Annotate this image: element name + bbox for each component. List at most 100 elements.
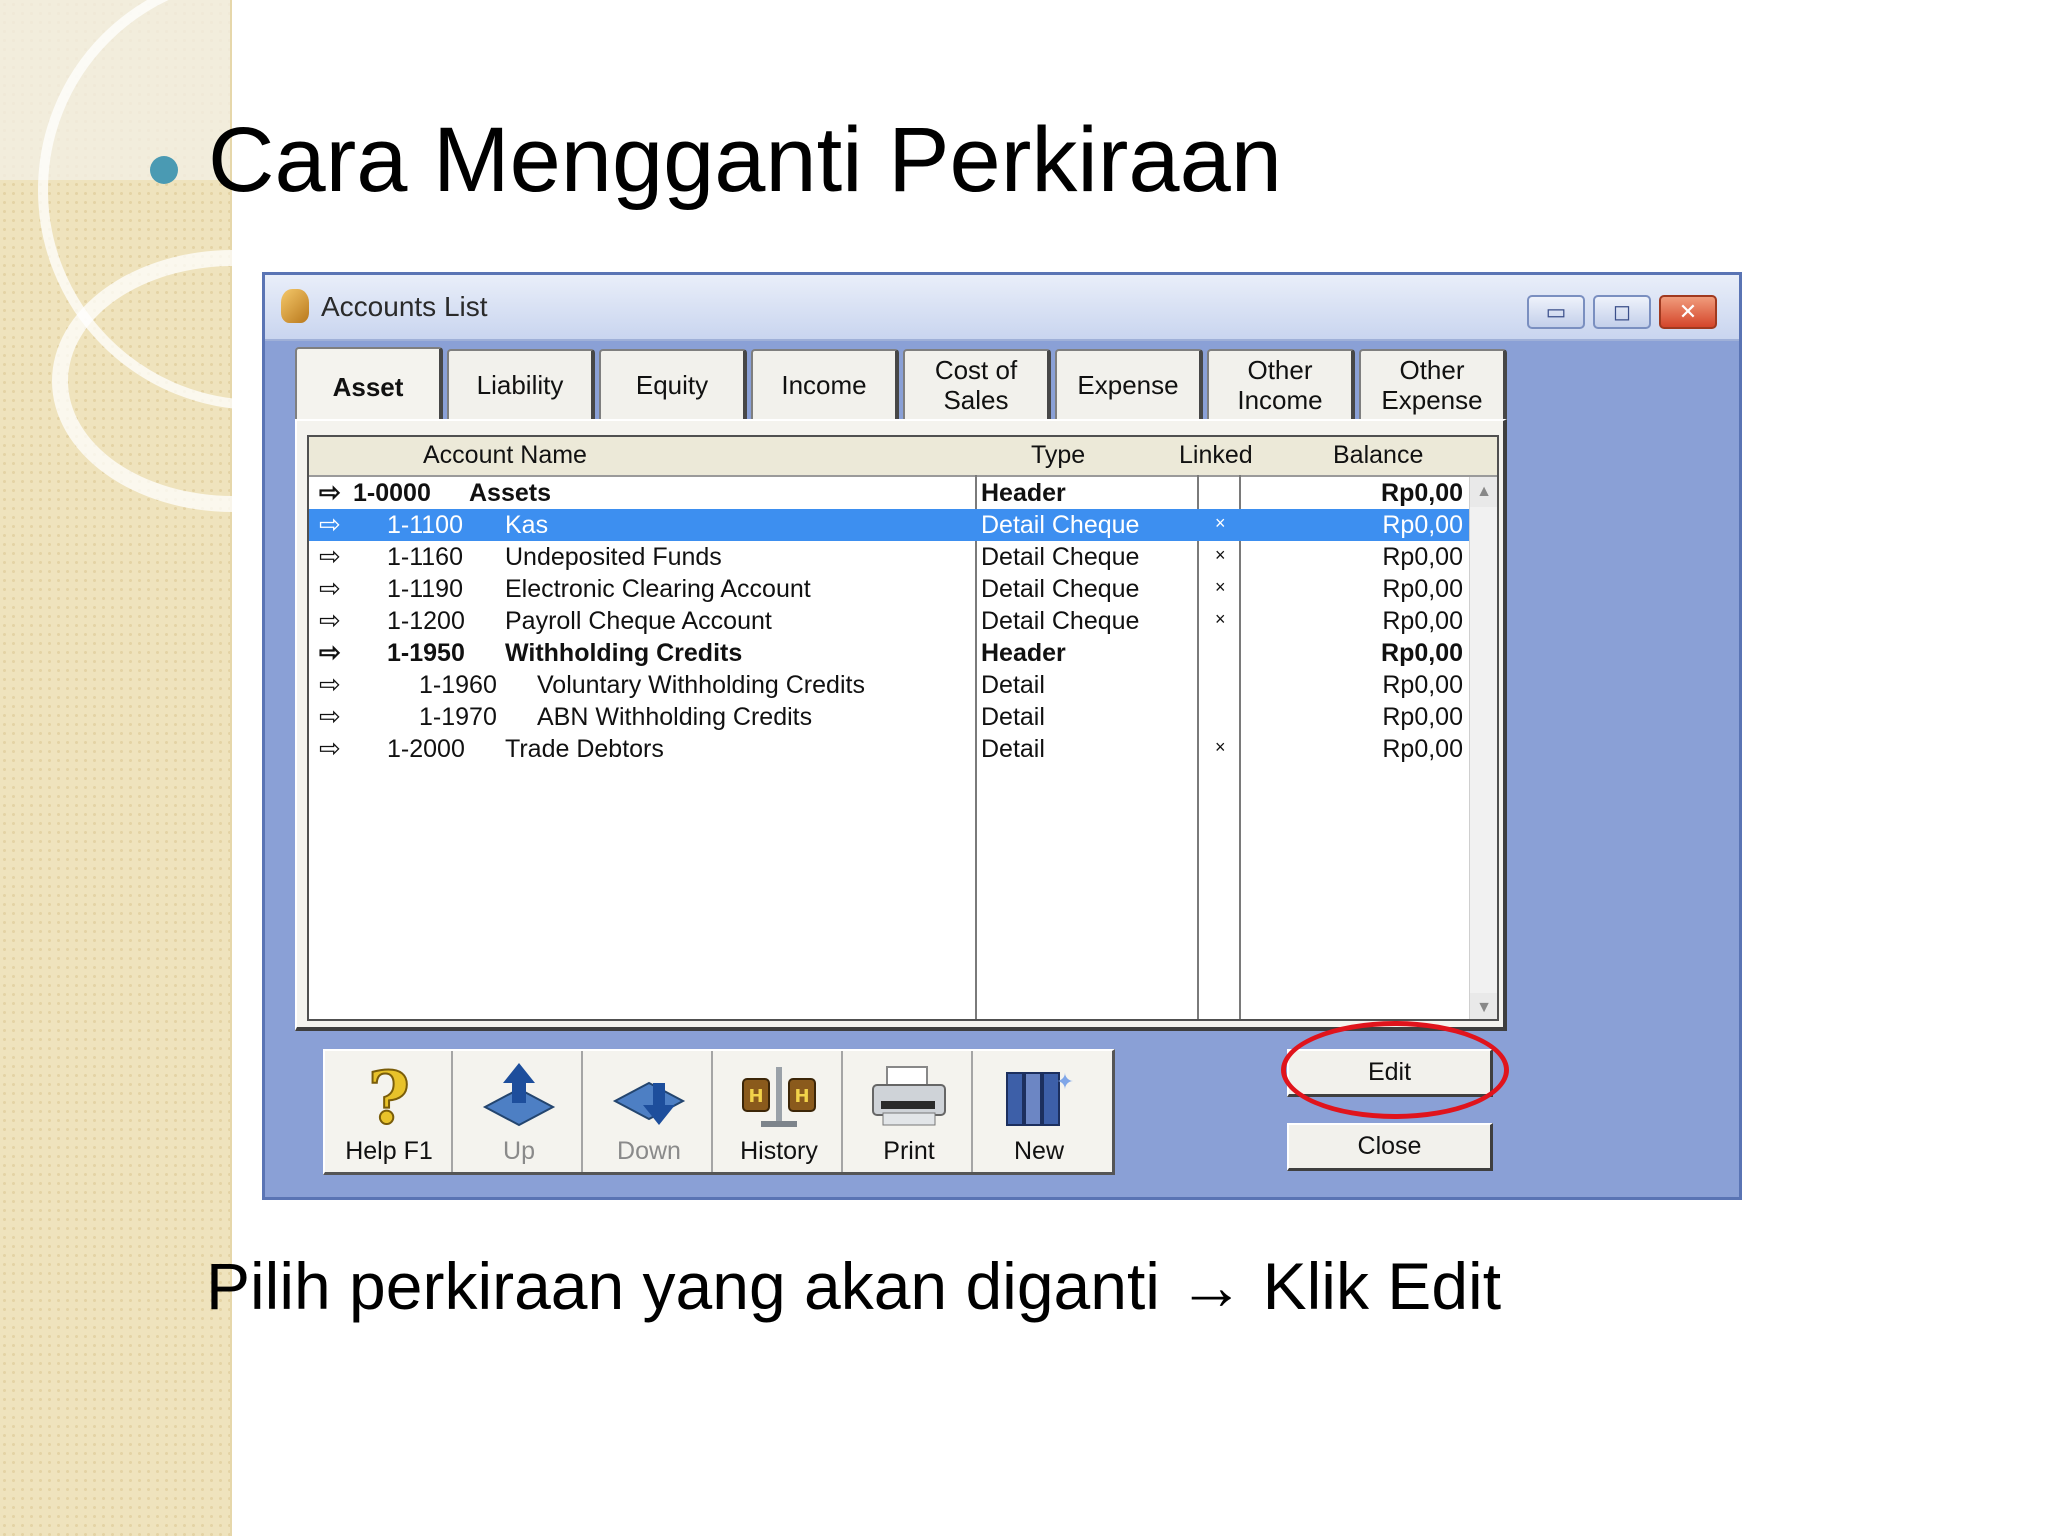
- scroll-up-arrow-icon[interactable]: ▲: [1470, 477, 1497, 507]
- row-arrow-icon: ⇨: [319, 477, 341, 507]
- up-arrow-icon: [482, 1063, 556, 1127]
- accounts-panel: Account Name Type Linked Balance ⇨ 1-0000…: [295, 419, 1507, 1031]
- account-type: Detail Cheque: [981, 575, 1140, 603]
- account-type: Detail Cheque: [981, 607, 1140, 635]
- vertical-scrollbar[interactable]: ▲ ▼: [1469, 477, 1497, 1019]
- account-name: Undeposited Funds: [505, 543, 722, 571]
- tab-asset[interactable]: Asset: [295, 347, 443, 425]
- print-button-label: Print: [883, 1137, 935, 1165]
- minimize-button[interactable]: ▭: [1527, 295, 1585, 329]
- column-header-linked[interactable]: Linked: [1179, 441, 1253, 470]
- account-balance: Rp0,00: [1382, 543, 1463, 571]
- history-scale-icon: H H: [742, 1067, 816, 1127]
- svg-text:?: ?: [368, 1061, 410, 1131]
- tab-equity[interactable]: Equity: [599, 349, 747, 419]
- up-button-label: Up: [503, 1137, 535, 1165]
- table-row[interactable]: ⇨ 1-1950 Withholding Credits Header Rp0,00: [309, 637, 1469, 669]
- account-code: 1-2000: [387, 735, 465, 763]
- account-name: Assets: [469, 479, 551, 507]
- close-button[interactable]: Close: [1287, 1123, 1493, 1171]
- close-window-button[interactable]: ✕: [1659, 295, 1717, 329]
- history-button[interactable]: H H History: [715, 1051, 843, 1172]
- account-name: Kas: [505, 511, 549, 539]
- tab-income[interactable]: Income: [751, 349, 899, 419]
- account-code: 1-1100: [387, 511, 463, 539]
- row-arrow-icon: ⇨: [319, 701, 341, 731]
- decorative-background-strip: [0, 0, 478, 1536]
- new-button[interactable]: ✦ New: [975, 1051, 1103, 1172]
- table-row[interactable]: ⇨ 1-1200 Payroll Cheque Account Detail Cheq…: [309, 605, 1469, 637]
- account-name: Withholding Credits: [505, 639, 743, 667]
- account-type: Header: [981, 479, 1066, 507]
- linked-marker: ×: [1215, 513, 1226, 533]
- row-arrow-icon: ⇨: [319, 509, 341, 539]
- window-title: Accounts List: [321, 291, 488, 322]
- up-button[interactable]: Up: [455, 1051, 583, 1172]
- title-bullet: [150, 156, 178, 184]
- account-type: Detail: [981, 735, 1045, 763]
- accounts-list-window: Accounts List ▭ ◻ ✕ Asset Liability Equi…: [262, 272, 1742, 1200]
- tab-expense[interactable]: Expense: [1055, 349, 1203, 419]
- tab-other-income[interactable]: Other Income: [1207, 349, 1355, 419]
- account-balance: Rp0,00: [1382, 735, 1463, 763]
- row-arrow-icon: ⇨: [319, 541, 341, 571]
- linked-marker: ×: [1215, 545, 1226, 565]
- row-arrow-icon: ⇨: [319, 573, 341, 603]
- svg-text:H: H: [748, 1086, 763, 1107]
- column-header-balance[interactable]: Balance: [1333, 441, 1423, 470]
- account-code: 1-1190: [387, 575, 463, 603]
- window-titlebar[interactable]: Accounts List ▭ ◻ ✕: [265, 275, 1739, 341]
- account-balance: Rp0,00: [1382, 575, 1463, 603]
- account-code: 1-1970: [419, 703, 497, 731]
- linked-marker: ×: [1215, 577, 1226, 597]
- account-code: 1-1950: [387, 639, 465, 667]
- account-code: 1-1160: [387, 543, 463, 571]
- linked-marker: ×: [1215, 737, 1226, 757]
- account-name: Voluntary Withholding Credits: [537, 671, 865, 699]
- new-button-label: New: [1013, 1137, 1064, 1165]
- account-type: Header: [981, 639, 1066, 667]
- table-row[interactable]: ⇨ 1-1100 Kas Detail Cheque × Rp0,00: [309, 509, 1469, 541]
- table-row[interactable]: ⇨ 1-1970 ABN Withholding Credits Detail Rp0,…: [309, 701, 1469, 733]
- svg-text:✦: ✦: [1056, 1070, 1074, 1095]
- tab-liability[interactable]: Liability: [447, 349, 595, 419]
- linked-marker: ×: [1215, 609, 1226, 629]
- account-type: Detail: [981, 671, 1045, 699]
- account-code: 1-1960: [419, 671, 497, 699]
- table-row[interactable]: ⇨ 1-1960 Voluntary Withholding Credits Deta…: [309, 669, 1469, 701]
- table-row[interactable]: ⇨ 1-1190 Electronic Clearing Account Detail…: [309, 573, 1469, 605]
- account-balance: Rp0,00: [1382, 607, 1463, 635]
- history-button-label: History: [740, 1137, 818, 1165]
- new-book-icon: ✦: [1006, 1070, 1074, 1126]
- help-button[interactable]: ? Help F1: [325, 1051, 453, 1172]
- account-type: Detail Cheque: [981, 511, 1140, 539]
- table-row[interactable]: ⇨ 1-2000 Trade Debtors Detail × Rp0,00: [309, 733, 1469, 765]
- maximize-button[interactable]: ◻: [1593, 295, 1651, 329]
- account-balance: Rp0,00: [1382, 671, 1463, 699]
- printer-icon: [872, 1066, 946, 1126]
- account-type: Detail: [981, 703, 1045, 731]
- account-balance: Rp0,00: [1382, 511, 1463, 539]
- account-name: Electronic Clearing Account: [505, 575, 811, 603]
- account-code: 1-0000: [353, 479, 431, 507]
- table-row[interactable]: ⇨ 1-0000 Assets Header Rp0,00: [309, 477, 1469, 509]
- tab-cost-of-sales[interactable]: Cost of Sales: [903, 349, 1051, 419]
- account-balance: Rp0,00: [1382, 703, 1463, 731]
- question-icon: ?: [367, 1061, 411, 1131]
- down-button-label: Down: [617, 1137, 681, 1165]
- slide-title: Cara Mengganti Perkiraan: [208, 109, 1282, 211]
- column-header-type[interactable]: Type: [1031, 441, 1085, 470]
- slide-caption: Pilih perkiraan yang akan diganti → Klik…: [206, 1249, 1502, 1323]
- app-icon: [281, 289, 309, 323]
- account-code: 1-1200: [387, 607, 465, 635]
- accounts-listbox[interactable]: Account Name Type Linked Balance ⇨ 1-0000…: [307, 435, 1499, 1021]
- row-arrow-icon: ⇨: [319, 605, 341, 635]
- tab-other-expense[interactable]: Other Expense: [1359, 349, 1507, 419]
- scroll-down-arrow-icon[interactable]: ▼: [1470, 993, 1497, 1019]
- down-button[interactable]: Down: [585, 1051, 713, 1172]
- account-name: ABN Withholding Credits: [537, 703, 813, 731]
- column-header-account-name[interactable]: Account Name: [423, 441, 587, 470]
- print-button[interactable]: Print: [845, 1051, 973, 1172]
- edit-button[interactable]: Edit: [1287, 1049, 1493, 1097]
- table-row[interactable]: ⇨ 1-1160 Undeposited Funds Detail Cheque × Rp…: [309, 541, 1469, 573]
